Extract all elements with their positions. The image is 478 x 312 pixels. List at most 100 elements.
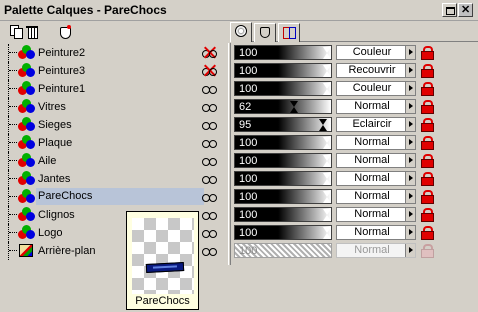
slider-thumb[interactable] xyxy=(290,101,298,113)
lock-icon[interactable] xyxy=(420,46,434,60)
visibility-eye-icon[interactable] xyxy=(202,208,218,221)
layer-row[interactable]: PareChocs xyxy=(6,188,228,206)
duplicate-layer-icon[interactable] xyxy=(10,25,24,39)
lock-icon[interactable] xyxy=(420,208,434,222)
layer-row[interactable]: Plaque xyxy=(6,134,228,152)
tab-opacity[interactable] xyxy=(230,22,252,42)
close-icon[interactable] xyxy=(458,3,473,17)
dropdown-arrow-icon[interactable] xyxy=(405,208,415,221)
lock-icon[interactable] xyxy=(420,82,434,96)
blend-mode-select[interactable]: Normal xyxy=(336,207,416,222)
slider-thumb[interactable] xyxy=(323,137,331,149)
blend-mode-select[interactable]: Normal xyxy=(336,243,416,258)
lock-icon[interactable] xyxy=(420,118,434,132)
dropdown-arrow-icon[interactable] xyxy=(405,82,415,95)
slider-thumb[interactable] xyxy=(323,209,331,221)
visibility-eye-icon[interactable] xyxy=(202,226,218,239)
opacity-slider[interactable]: 100 xyxy=(234,45,332,60)
new-mask-icon[interactable] xyxy=(58,25,72,39)
blend-mode-select[interactable]: Normal xyxy=(336,225,416,240)
title-bar[interactable]: Palette Calques - PareChocs xyxy=(0,0,478,21)
layer-row[interactable]: Peinture3 xyxy=(6,62,228,80)
opacity-slider[interactable]: 62 xyxy=(234,99,332,114)
dropdown-arrow-icon[interactable] xyxy=(405,46,415,59)
dropdown-arrow-icon[interactable] xyxy=(405,118,415,131)
tab-mask[interactable] xyxy=(254,23,276,42)
blend-mode-select[interactable]: Couleur xyxy=(336,45,416,60)
blend-mode-select[interactable]: Couleur xyxy=(336,81,416,96)
layer-name[interactable]: Jantes xyxy=(38,172,198,187)
lock-icon[interactable] xyxy=(420,100,434,114)
layer-name[interactable]: Sieges xyxy=(38,118,198,133)
blend-mode-select[interactable]: Normal xyxy=(336,171,416,186)
opacity-slider[interactable]: 100 xyxy=(234,135,332,150)
opacity-slider[interactable]: 100 xyxy=(234,189,332,204)
layer-row[interactable]: Vitres xyxy=(6,98,228,116)
opacity-slider[interactable]: 95 xyxy=(234,117,332,132)
visibility-eye-icon[interactable] xyxy=(202,244,218,257)
layer-name[interactable]: Peinture1 xyxy=(38,82,198,97)
visibility-hidden-icon[interactable] xyxy=(202,64,218,77)
slider-thumb[interactable] xyxy=(323,173,331,185)
dropdown-arrow-icon[interactable] xyxy=(405,190,415,203)
slider-thumb[interactable] xyxy=(323,47,331,59)
lock-icon[interactable] xyxy=(420,154,434,168)
blend-mode-select[interactable]: Normal xyxy=(336,153,416,168)
opacity-slider[interactable]: 100 xyxy=(234,225,332,240)
layer-name[interactable]: Plaque xyxy=(38,136,198,151)
opacity-slider[interactable]: 100 xyxy=(234,81,332,96)
slider-thumb[interactable] xyxy=(323,227,331,239)
lock-icon[interactable] xyxy=(420,172,434,186)
layer-row[interactable]: Jantes xyxy=(6,170,228,188)
blend-mode-select[interactable]: Normal xyxy=(336,189,416,204)
layer-name[interactable]: PareChocs xyxy=(36,188,204,205)
slider-thumb[interactable] xyxy=(323,191,331,203)
layer-row[interactable]: Aile xyxy=(6,152,228,170)
layer-name[interactable]: Aile xyxy=(38,154,198,169)
layer-row[interactable]: Sieges xyxy=(6,116,228,134)
blend-mode-select[interactable]: Normal xyxy=(336,135,416,150)
layer-name[interactable]: Vitres xyxy=(38,100,198,115)
blend-mode-select[interactable]: Eclaircir xyxy=(336,117,416,132)
visibility-eye-icon[interactable] xyxy=(202,190,218,203)
slider-thumb[interactable] xyxy=(323,83,331,95)
dropdown-arrow-icon[interactable] xyxy=(405,226,415,239)
blend-mode-select[interactable]: Recouvrir xyxy=(336,63,416,78)
layer-row[interactable]: Peinture2 xyxy=(6,44,228,62)
visibility-eye-icon[interactable] xyxy=(202,118,218,131)
layer-name[interactable]: Peinture3 xyxy=(38,64,198,79)
opacity-slider[interactable]: 100 xyxy=(234,153,332,168)
dropdown-arrow-icon[interactable] xyxy=(405,244,415,257)
layer-row[interactable]: Peinture1 xyxy=(6,80,228,98)
delete-layer-icon[interactable] xyxy=(26,25,40,39)
tab-channels[interactable] xyxy=(278,23,300,42)
dropdown-arrow-icon[interactable] xyxy=(405,64,415,77)
tooltip-label: PareChocs xyxy=(135,295,190,307)
opacity-slider[interactable]: 100 xyxy=(234,243,332,258)
lock-icon[interactable] xyxy=(420,190,434,204)
opacity-slider[interactable]: 100 xyxy=(234,171,332,186)
dropdown-arrow-icon[interactable] xyxy=(405,172,415,185)
pin-icon[interactable] xyxy=(442,3,457,17)
opacity-slider[interactable]: 100 xyxy=(234,63,332,78)
lock-icon[interactable] xyxy=(420,64,434,78)
slider-thumb[interactable] xyxy=(319,119,327,131)
visibility-hidden-icon[interactable] xyxy=(202,46,218,59)
visibility-eye-icon[interactable] xyxy=(202,172,218,185)
panel-splitter[interactable] xyxy=(228,43,231,265)
blend-mode-select[interactable]: Normal xyxy=(336,99,416,114)
lock-icon[interactable] xyxy=(420,226,434,240)
slider-thumb[interactable] xyxy=(323,65,331,77)
dropdown-arrow-icon[interactable] xyxy=(405,154,415,167)
lock-icon[interactable] xyxy=(420,244,434,258)
visibility-eye-icon[interactable] xyxy=(202,82,218,95)
lock-icon[interactable] xyxy=(420,136,434,150)
opacity-slider[interactable]: 100 xyxy=(234,207,332,222)
dropdown-arrow-icon[interactable] xyxy=(405,136,415,149)
dropdown-arrow-icon[interactable] xyxy=(405,100,415,113)
slider-thumb[interactable] xyxy=(323,155,331,167)
layer-name[interactable]: Peinture2 xyxy=(38,46,198,61)
visibility-eye-icon[interactable] xyxy=(202,100,218,113)
visibility-eye-icon[interactable] xyxy=(202,136,218,149)
visibility-eye-icon[interactable] xyxy=(202,154,218,167)
